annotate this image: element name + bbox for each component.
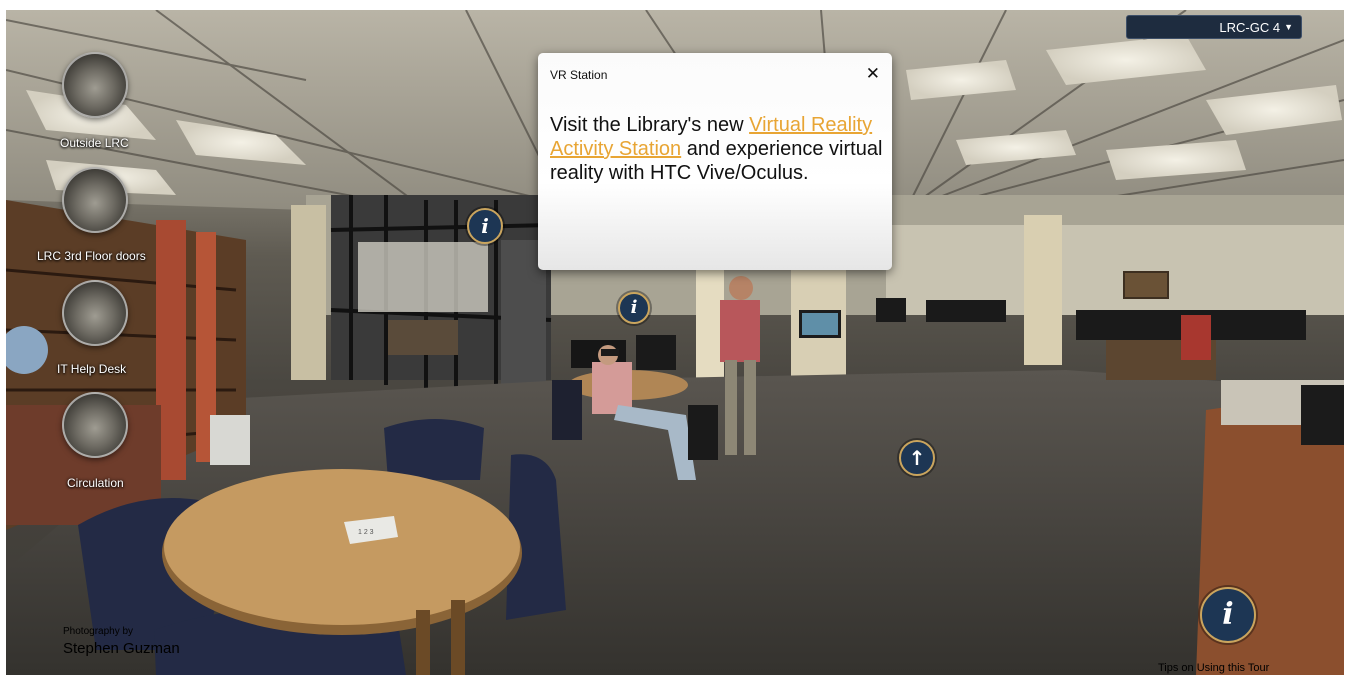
location-thumbnail[interactable]	[62, 280, 128, 346]
location-label: Outside LRC	[60, 136, 129, 150]
dialog-text-before: Visit the Library's new	[550, 114, 750, 136]
navigate-forward-hotspot[interactable]: ↑	[899, 440, 935, 476]
photo-credit: Photography by Stephen Guzman	[63, 626, 180, 657]
tips-label[interactable]: Tips on Using this Tour	[1158, 662, 1269, 674]
dropdown-selected-value: LRC-GC 4	[1219, 19, 1281, 35]
close-icon[interactable]: ✕	[866, 66, 880, 83]
info-icon: i	[481, 214, 489, 238]
location-lrc-3rd-floor-doors[interactable]: LRC 3rd Floor doors	[37, 167, 153, 272]
computer-stations	[876, 298, 1306, 380]
tips-info-button[interactable]: i	[1200, 587, 1256, 643]
caret-down-icon: ▼	[1284, 22, 1293, 32]
location-thumbnail[interactable]	[62, 167, 128, 233]
dialog-body: Visit the Library's new Virtual Reality …	[550, 113, 885, 185]
table-paper-text: 1 2 3	[358, 529, 374, 536]
info-icon: i	[630, 297, 638, 318]
location-outside-lrc[interactable]: Outside LRC	[58, 52, 153, 157]
credit-line-1: Photography by	[63, 626, 134, 637]
info-hotspot[interactable]: i	[467, 208, 503, 244]
scene-selector-dropdown[interactable]: LRC-GC 4 ▼	[1126, 15, 1302, 39]
arrow-up-icon: ↑	[908, 446, 926, 470]
location-label: IT Help Desk	[57, 362, 127, 376]
location-circulation[interactable]: Circulation	[58, 392, 153, 497]
info-hotspot[interactable]: i	[618, 292, 650, 324]
location-it-help-desk[interactable]: IT Help Desk	[57, 280, 153, 385]
location-thumbnail[interactable]	[62, 392, 128, 458]
location-thumbnail[interactable]	[62, 52, 128, 118]
right-pillar	[1024, 215, 1062, 365]
location-label: Circulation	[67, 476, 124, 490]
location-label: LRC 3rd Floor doors	[37, 249, 146, 263]
dialog-title: VR Station	[550, 68, 608, 82]
info-dialog: VR Station ✕ Visit the Library's new Vir…	[538, 53, 892, 270]
credit-line-2: Stephen Guzman	[63, 640, 180, 657]
info-icon: i	[1222, 597, 1234, 632]
